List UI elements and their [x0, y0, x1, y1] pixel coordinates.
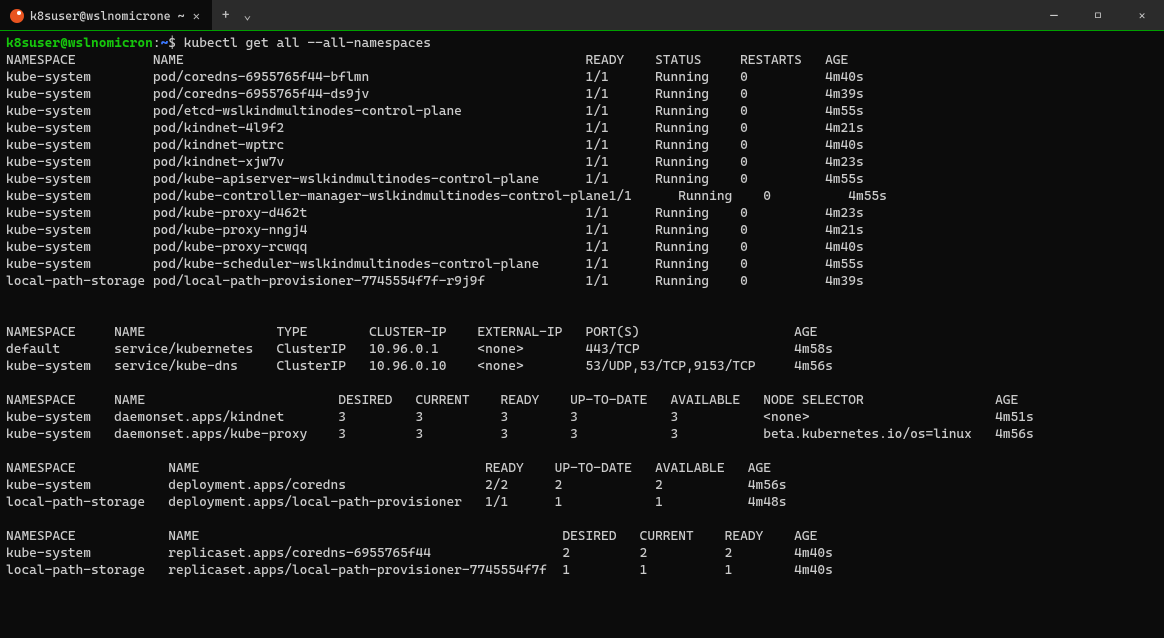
tabbar: + ⌄ ─ □ ✕: [212, 0, 1164, 30]
window-controls: ─ □ ✕: [1032, 0, 1164, 30]
terminal-output[interactable]: k8suser@wslnomicron:~$ kubectl get all -…: [0, 30, 1164, 638]
tab-close-button[interactable]: ✕: [191, 9, 202, 23]
new-tab-button[interactable]: +: [222, 8, 230, 23]
terminal-tab[interactable]: k8suser@wslnomicrone ~ ✕: [0, 0, 212, 30]
tab-title: k8suser@wslnomicrone ~: [30, 9, 185, 23]
ubuntu-icon: [10, 9, 24, 23]
titlebar: k8suser@wslnomicrone ~ ✕ + ⌄ ─ □ ✕: [0, 0, 1164, 30]
window-close-button[interactable]: ✕: [1120, 0, 1164, 30]
maximize-button[interactable]: □: [1076, 0, 1120, 30]
tab-dropdown-button[interactable]: ⌄: [244, 8, 252, 23]
minimize-button[interactable]: ─: [1032, 0, 1076, 30]
